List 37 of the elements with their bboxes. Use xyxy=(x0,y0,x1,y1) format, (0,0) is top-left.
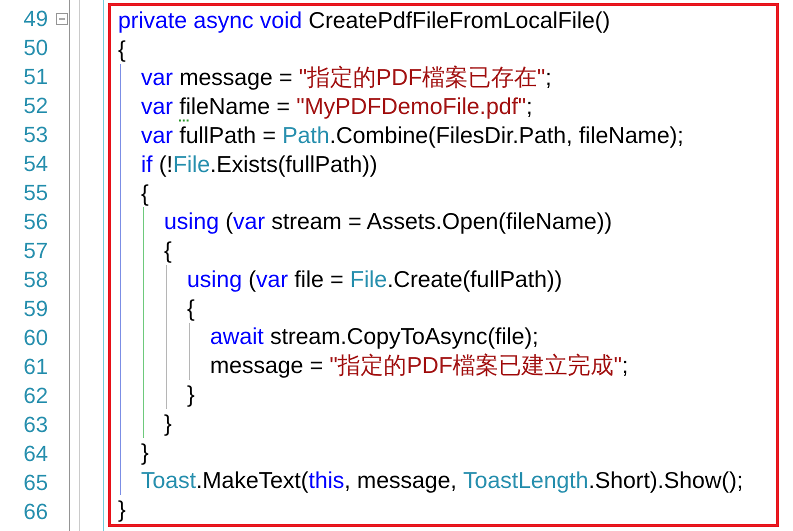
line-number: 63 xyxy=(24,410,48,438)
code-line: { xyxy=(118,34,126,64)
code-line: { xyxy=(141,178,149,208)
code-line: } xyxy=(141,438,149,466)
code-line: { xyxy=(164,236,172,266)
line-number: 56 xyxy=(24,208,48,236)
code-line: using (var file = File.Create(fullPath)) xyxy=(187,265,562,294)
line-number: 53 xyxy=(24,120,48,148)
line-number: 49 xyxy=(24,4,48,32)
line-number: 65 xyxy=(24,468,48,496)
code-line: var fileName = "MyPDFDemoFile.pdf"; xyxy=(141,92,532,122)
code-line: } xyxy=(164,408,172,438)
line-number: 61 xyxy=(24,352,48,380)
line-number: 66 xyxy=(24,498,48,526)
line-number: 59 xyxy=(24,294,48,322)
code-line: await stream.CopyToAsync(file); xyxy=(210,322,539,352)
code-line: } xyxy=(187,380,195,409)
code-line: private async void CreatePdfFileFromLocalFile() xyxy=(118,6,610,35)
code-line: if (!File.Exists(fullPath)) xyxy=(141,150,378,179)
collapse-icon[interactable] xyxy=(56,12,68,24)
code-line: message = "指定的PDF檔案已建立完成"; xyxy=(210,351,628,380)
line-number: 60 xyxy=(24,324,48,352)
line-number: 62 xyxy=(24,382,48,410)
code-line: var message = "指定的PDF檔案已存在"; xyxy=(141,64,552,92)
line-number: 52 xyxy=(24,92,48,120)
line-number: 58 xyxy=(24,266,48,294)
code-line: { xyxy=(187,294,195,323)
line-number: 64 xyxy=(24,440,48,468)
line-number: 50 xyxy=(24,34,48,62)
code-line: var fullPath = Path.Combine(FilesDir.Path, fileName); xyxy=(141,121,684,150)
line-number: 55 xyxy=(24,178,48,206)
line-number: 54 xyxy=(24,150,48,178)
line-number: 57 xyxy=(24,236,48,264)
code-line: Toast.MakeText(this, message, ToastLength.Short).Show(); xyxy=(141,466,744,496)
code-line: } xyxy=(118,495,126,524)
line-number: 51 xyxy=(24,62,48,90)
code-line: using (var stream = Assets.Open(fileName)) xyxy=(164,207,612,236)
